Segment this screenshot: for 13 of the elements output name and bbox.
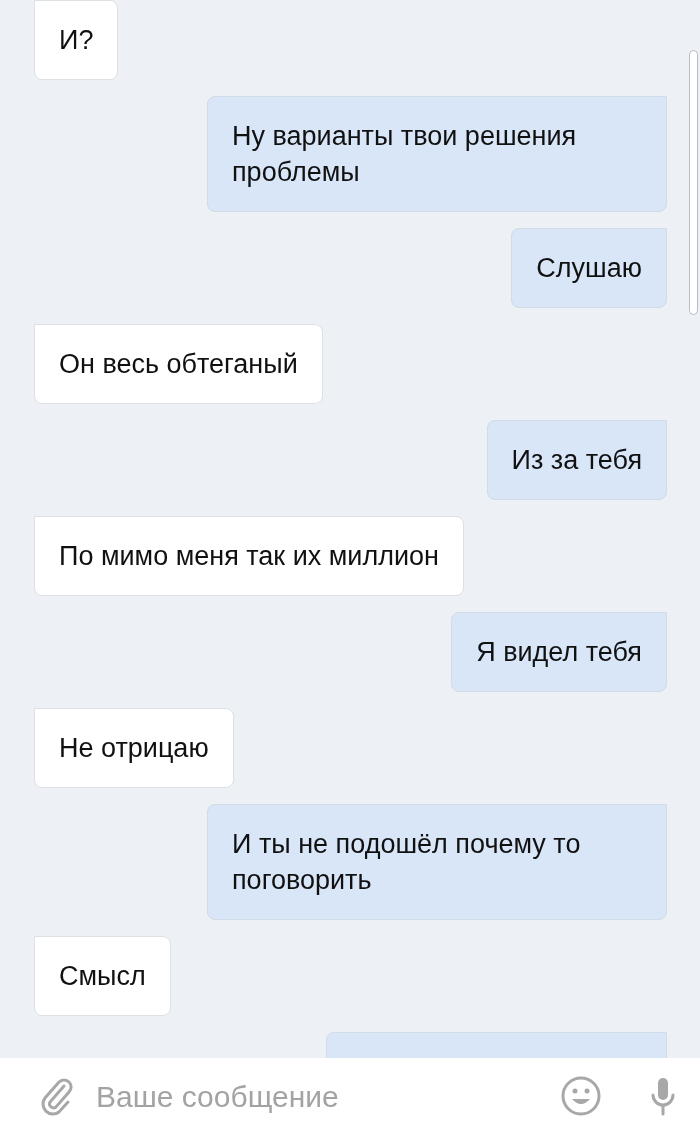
received-message: По мимо меня так их миллион (34, 516, 464, 596)
received-message: Не отрицаю (34, 708, 234, 788)
received-message: Смысл (34, 936, 171, 1016)
sent-message: Из за тебя (486, 420, 667, 500)
sent-message: Слушаю (511, 228, 667, 308)
received-message: Он весь обтеганый (34, 324, 323, 404)
received-message: И? (34, 0, 119, 80)
smiley-icon[interactable] (560, 1075, 602, 1117)
sent-message: Я видел тебя (451, 612, 667, 692)
sent-message: Ну варианты твои решения проблемы (207, 96, 667, 212)
sent-message: И ты не подошёл почему то поговорить (207, 804, 667, 920)
message-bar[interactable]: Ваше сообщение (0, 1058, 700, 1134)
message-input[interactable]: Ваше сообщение (96, 1073, 540, 1119)
